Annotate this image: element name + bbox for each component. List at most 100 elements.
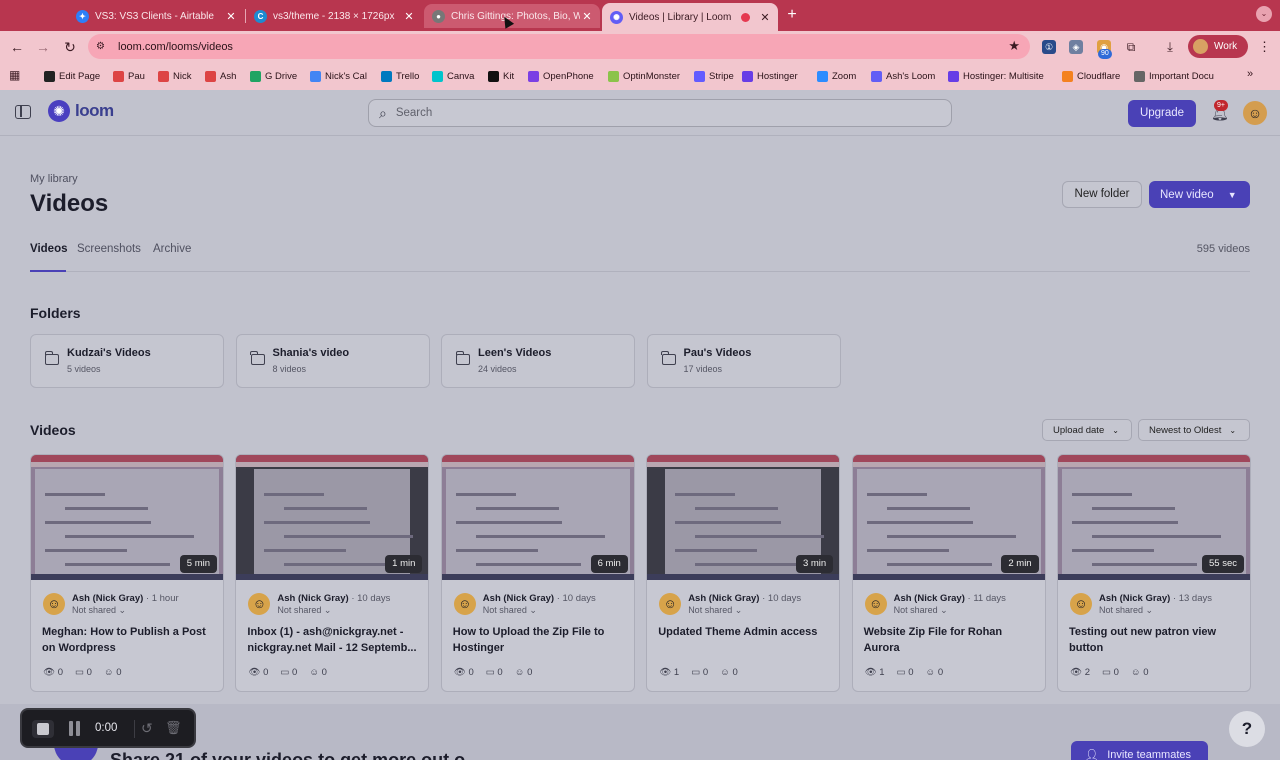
share-status-dropdown[interactable]: Not shared ⌄ — [277, 605, 331, 616]
video-thumbnail[interactable]: 2 min — [852, 455, 1045, 580]
search-bar[interactable]: ⌕ — [368, 99, 952, 127]
share-status-dropdown[interactable]: Not shared ⌄ — [72, 605, 126, 616]
close-icon[interactable]: ✕ — [224, 10, 238, 23]
views-count: 1 — [879, 667, 885, 678]
folder-card[interactable]: Shania's video 8 videos — [235, 334, 430, 388]
tab-videos[interactable]: Videos — [30, 243, 68, 255]
profile-button[interactable]: Work — [1188, 35, 1248, 58]
video-thumbnail[interactable]: 3 min — [647, 455, 840, 580]
thumbnail-line — [695, 535, 825, 538]
video-thumbnail[interactable]: 55 sec — [1058, 455, 1250, 580]
bookmark-item[interactable]: Kit — [488, 69, 514, 83]
browser-tab-loom[interactable]: ✺ Videos | Library | Loom ✕ — [602, 3, 778, 31]
apps-grid-icon[interactable]: ▦ — [9, 68, 20, 82]
browser-tab-airtable[interactable]: ✦ VS3: VS3 Clients - Airtable ✕ — [68, 4, 244, 28]
browser-menu-icon[interactable]: ⋮ — [1258, 39, 1271, 55]
views-count: 2 — [1084, 667, 1090, 678]
video-title[interactable]: Inbox (1) - ash@nickgray.net - nickgray.… — [247, 624, 423, 656]
new-tab-button[interactable]: + — [784, 6, 800, 24]
bookmark-item[interactable]: Hostinger — [742, 69, 798, 83]
help-button[interactable]: ? — [1229, 711, 1265, 747]
extension-shield-icon[interactable]: ◈ — [1069, 40, 1083, 54]
trash-icon[interactable]: 🗑︎ — [165, 720, 182, 736]
folder-card[interactable]: Leen's Videos 24 videos — [441, 334, 635, 388]
bookmark-item[interactable]: G Drive — [250, 69, 297, 83]
stop-recording-button[interactable] — [32, 720, 54, 738]
video-card[interactable]: 3 min ☺ Ash (Nick Gray) · 10 days Not share… — [646, 454, 841, 692]
bookmark-item[interactable]: OpenPhone — [528, 69, 594, 83]
upgrade-button[interactable]: Upgrade — [1128, 100, 1196, 127]
bookmark-item[interactable]: Ash's Loom — [871, 69, 935, 83]
bookmark-item[interactable]: Nick — [158, 69, 191, 83]
invite-teammates-button[interactable]: 👤︎ Invite teammates — [1071, 741, 1208, 760]
sort-order-select[interactable]: Newest to Oldest ⌄ — [1138, 419, 1250, 441]
tab-archive[interactable]: Archive — [153, 243, 191, 255]
search-input[interactable] — [395, 107, 896, 119]
tab-screenshots[interactable]: Screenshots — [77, 243, 141, 255]
back-arrow-icon[interactable]: ← — [8, 38, 26, 56]
video-title[interactable]: Updated Theme Admin access — [658, 624, 834, 640]
thumbnail-tabbar — [441, 455, 634, 462]
share-status-dropdown[interactable]: Not shared ⌄ — [894, 605, 948, 616]
more-bookmarks-icon[interactable]: » — [1247, 68, 1253, 80]
video-title[interactable]: Website Zip File for Rohan Aurora — [864, 624, 1040, 656]
bookmark-item[interactable]: Hostinger: Multisite — [948, 69, 1044, 83]
close-icon[interactable]: ✕ — [758, 11, 772, 24]
smiley-icon: ☺ — [925, 667, 936, 678]
folder-count: 17 videos — [683, 364, 723, 374]
video-thumbnail[interactable]: 6 min — [441, 455, 634, 580]
reload-icon[interactable]: ↻ — [61, 38, 79, 56]
loom-logo[interactable]: ✺ loom — [48, 100, 114, 122]
video-title[interactable]: Testing out new patron view button — [1069, 624, 1245, 656]
video-card[interactable]: 6 min ☺ Ash (Nick Gray) · 10 days Not share… — [440, 454, 635, 692]
sort-field-select[interactable]: Upload date ⌄ — [1042, 419, 1132, 441]
new-video-button[interactable]: New video ▼ — [1149, 181, 1250, 208]
restart-icon[interactable]: ↺ — [141, 720, 153, 737]
site-settings-icon[interactable]: ⚙ — [96, 41, 110, 52]
video-thumbnail[interactable]: 5 min — [31, 455, 223, 580]
pause-icon[interactable] — [68, 721, 82, 737]
video-card[interactable]: 2 min ☺ Ash (Nick Gray) · 11 days Not share… — [851, 454, 1046, 692]
download-icon[interactable]: ⤓ — [1163, 40, 1177, 54]
share-status-dropdown[interactable]: Not shared ⌄ — [483, 605, 537, 616]
new-folder-button[interactable]: New folder — [1062, 181, 1142, 208]
bookmark-item[interactable]: Cloudflare — [1062, 69, 1120, 83]
share-status-dropdown[interactable]: Not shared ⌄ — [688, 605, 742, 616]
video-card[interactable]: 5 min ☺ Ash (Nick Gray) · 1 hour Not shared… — [30, 454, 224, 692]
folder-card[interactable]: Pau's Videos 17 videos — [646, 334, 841, 388]
views-count: 1 — [673, 667, 680, 678]
video-title[interactable]: How to Upload the Zip File to Hostinger — [453, 624, 629, 656]
close-icon[interactable]: ✕ — [402, 10, 416, 23]
bookmark-item[interactable]: Nick's Cal — [310, 69, 367, 83]
bookmark-item[interactable]: Zoom — [817, 69, 856, 83]
bookmark-item[interactable]: Canva — [432, 69, 474, 83]
breadcrumb[interactable]: My library — [30, 173, 78, 185]
address-bar[interactable]: ⚙ loom.com/looms/videos ★ — [88, 34, 1030, 59]
video-title[interactable]: Meghan: How to Publish a Post on Wordpre… — [42, 624, 218, 656]
close-icon[interactable]: ✕ — [580, 10, 594, 23]
browser-tab-bar: ✦ VS3: VS3 Clients - Airtable ✕ C vs3/th… — [0, 0, 1280, 31]
browser-tab-figma[interactable]: C vs3/theme - 2138 × 1726px ✕ — [246, 4, 422, 28]
extensions-puzzle-icon[interactable]: ⧉ — [1124, 40, 1138, 54]
user-avatar[interactable]: ☺ — [1243, 101, 1267, 125]
video-thumbnail[interactable]: 1 min — [236, 455, 429, 580]
forward-arrow-icon[interactable]: → — [34, 38, 52, 56]
extension-1password-icon[interactable]: ① — [1042, 40, 1056, 54]
share-status-dropdown[interactable]: Not shared ⌄ — [1099, 605, 1153, 616]
bookmark-item[interactable]: Pau — [113, 69, 145, 83]
folder-card[interactable]: Kudzai's Videos 5 videos — [30, 334, 224, 388]
thumbnail-line — [675, 493, 736, 496]
bookmark-star-icon[interactable]: ★ — [1008, 38, 1020, 54]
bookmark-item[interactable]: Stripe — [694, 69, 734, 83]
bookmark-item[interactable]: Important Docu — [1134, 69, 1214, 83]
bookmark-item[interactable]: Edit Page — [44, 69, 100, 83]
bookmark-favicon-icon — [381, 70, 392, 82]
tab-search-icon[interactable]: ⌄ — [1256, 6, 1272, 22]
bookmark-item[interactable]: Trello — [381, 69, 419, 83]
video-card[interactable]: 1 min ☺ Ash (Nick Gray) · 10 days Not share… — [235, 454, 430, 692]
bookmark-item[interactable]: Ash — [205, 69, 236, 83]
video-card[interactable]: 55 sec ☺ Ash (Nick Gray) · 13 days Not shar… — [1057, 454, 1251, 692]
bookmark-item[interactable]: OptinMonster — [608, 69, 680, 83]
sidebar-toggle-icon[interactable] — [15, 105, 31, 119]
comments-count: 0 — [702, 667, 709, 678]
